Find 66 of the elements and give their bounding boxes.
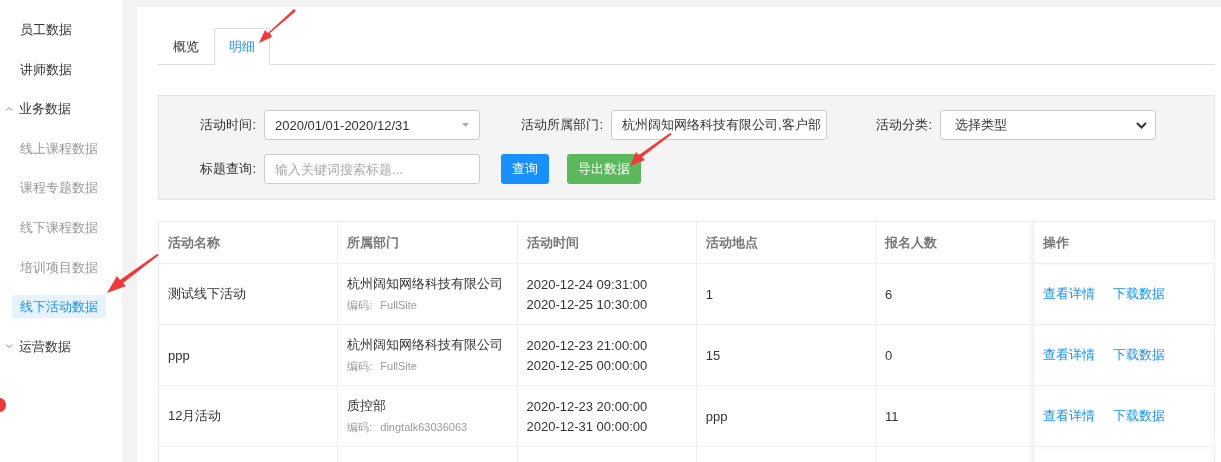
- annotation-arrow: [258, 9, 298, 45]
- sidebar-item[interactable]: 员工数据: [12, 18, 80, 41]
- action-link[interactable]: 下载数据: [1113, 347, 1165, 362]
- code-value: FullSite: [380, 299, 417, 311]
- table-cell-text: 2020-12-31 00:00:00: [526, 418, 649, 434]
- field-label: 活动时间:: [199, 116, 256, 134]
- chevron-up-icon: [5, 106, 13, 112]
- action-link[interactable]: 查看详情: [1043, 408, 1095, 423]
- sidebar-item[interactable]: 线下活动数据: [12, 295, 106, 319]
- table-cell: ppp: [705, 408, 728, 424]
- annotation-arrow: [629, 133, 673, 167]
- field-label: 活动所属部门:: [520, 116, 603, 134]
- code-value: FullSite: [380, 360, 417, 372]
- column-header: 所属部门: [337, 221, 517, 264]
- table-cell-text: 2020-12-24 09:31:00: [526, 276, 649, 292]
- action-link[interactable]: 查看详情: [1043, 286, 1095, 301]
- sidebar-item[interactable]: 线下课程数据: [12, 215, 106, 239]
- table-cell-text: 杭州阔知网络科技有限公司: [347, 275, 505, 293]
- table-cell: 测试线下活动: [168, 286, 246, 301]
- column-header: 操作: [1033, 221, 1215, 264]
- query-button[interactable]: 查询: [501, 154, 549, 184]
- field-label: 活动分类:: [875, 116, 932, 134]
- chevron-down-icon: [5, 343, 13, 349]
- column-header: 报名人数: [875, 221, 1034, 264]
- tab[interactable]: 明细: [214, 28, 270, 65]
- code-label: 编码:: [347, 421, 373, 433]
- search-field[interactable]: 输入关键词搜索标题...: [264, 154, 480, 184]
- field-label: 标题查询:: [199, 160, 256, 178]
- action-link[interactable]: 查看详情: [1043, 347, 1095, 362]
- sidebar-item[interactable]: 培训项目数据: [12, 255, 106, 279]
- action-link[interactable]: 下载数据: [1113, 408, 1165, 423]
- table-cell: 15: [705, 347, 721, 363]
- sidebar-group-label: 业务数据: [19, 100, 71, 119]
- code-label: 编码:: [347, 360, 373, 372]
- table-cell-text: 2020-12-23 21:00:00: [526, 337, 649, 353]
- table-cell: 6: [885, 286, 893, 302]
- table-cell-text: 2020-12-25 00:00:00: [526, 357, 649, 373]
- sidebar-group[interactable]: 业务数据: [0, 97, 79, 121]
- sidebar-group-label: 运营数据: [19, 337, 71, 356]
- table-cell-text: 质控部: [347, 397, 388, 415]
- column-header: 活动时间: [517, 221, 697, 264]
- sidebar-item[interactable]: 课程专题数据: [12, 176, 106, 200]
- table-cell: ppp: [168, 347, 190, 363]
- category-select[interactable]: 选择类型: [940, 110, 1156, 140]
- table-cell: 12月活动: [168, 408, 222, 423]
- table-cell: 11: [885, 408, 899, 424]
- chevron-down-icon: [1136, 121, 1147, 129]
- sidebar-item[interactable]: 线上课程数据: [12, 136, 106, 160]
- table-cell-text: 杭州阔知网络科技有限公司: [347, 336, 505, 354]
- table-cell: 0: [885, 347, 893, 363]
- code-value: dingtalk63036063: [380, 421, 468, 433]
- code-label: 编码:: [347, 299, 373, 311]
- annotation-arrow: [106, 254, 160, 294]
- sidebar-group[interactable]: 运营数据: [0, 334, 79, 358]
- tab[interactable]: 概览: [158, 28, 214, 65]
- column-header: 活动地点: [696, 221, 876, 264]
- table-cell: 1: [705, 286, 713, 302]
- export-button[interactable]: 导出数据: [567, 154, 641, 184]
- department-field[interactable]: 杭州阔知网络科技有限公司,客户部: [611, 110, 827, 140]
- column-header: 活动名称: [158, 221, 338, 264]
- caret-icon: [462, 123, 469, 127]
- table-cell-text: 2020-12-25 10:30:00: [526, 296, 649, 312]
- date-range-field[interactable]: 2020/01/01-2020/12/31: [264, 110, 480, 140]
- sidebar-item[interactable]: 讲师数据: [12, 57, 80, 81]
- action-link[interactable]: 下载数据: [1113, 286, 1165, 301]
- table-cell-text: 2020-12-23 20:00:00: [526, 398, 649, 414]
